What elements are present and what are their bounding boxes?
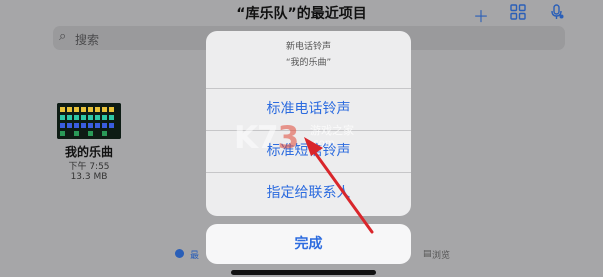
arrow-head bbox=[304, 137, 323, 156]
red-annotation-arrow bbox=[304, 137, 374, 234]
arrow-shaft bbox=[311, 148, 374, 234]
recent-projects-screen: “库乐队”的最近项目 ＋ ⌕ 搜索 我的乐曲 下午 7:55 13.3 MB 最… bbox=[0, 0, 603, 277]
